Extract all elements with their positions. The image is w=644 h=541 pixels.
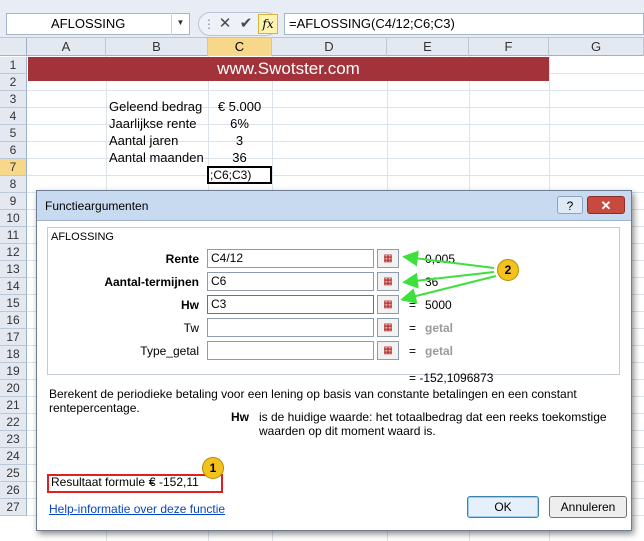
arrow-to-hw bbox=[400, 275, 497, 304]
callout-badge-2: 2 bbox=[497, 259, 519, 281]
arrow-to-rente bbox=[402, 250, 495, 269]
callout-arrows bbox=[400, 250, 497, 304]
callout-badge-1: 1 bbox=[202, 457, 224, 479]
